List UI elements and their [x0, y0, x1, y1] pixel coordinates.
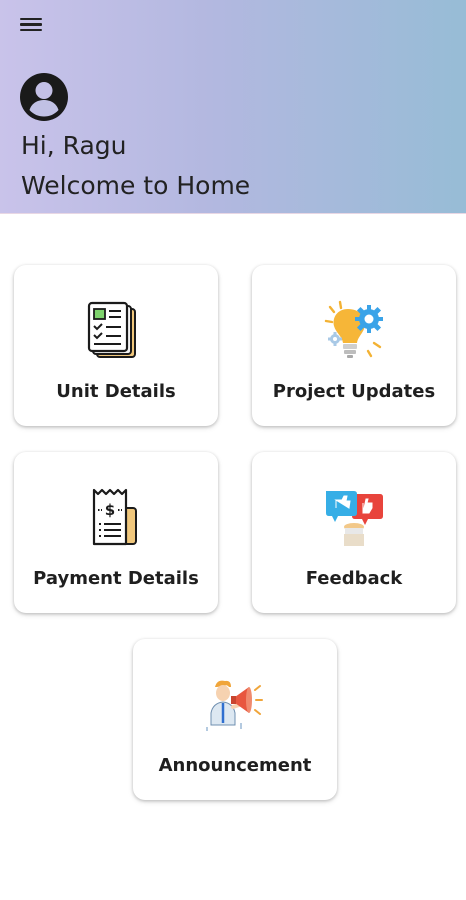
receipt-icon: $ [92, 488, 137, 546]
announcement-label: Announcement [158, 755, 312, 776]
project-updates-card[interactable]: Project Updates [252, 265, 456, 426]
feedback-chat-icon [326, 491, 383, 546]
payment-details-card[interactable]: $ Payment Details [14, 452, 218, 613]
svg-text:$: $ [105, 501, 115, 519]
payment-details-label: Payment Details [33, 568, 199, 589]
hamburger-menu-icon[interactable] [20, 16, 44, 36]
account-circle-icon[interactable] [19, 72, 69, 122]
feedback-label: Feedback [305, 568, 403, 589]
feedback-card[interactable]: Feedback [252, 452, 456, 613]
greeting-text: Hi, Ragu [21, 131, 127, 160]
app-header: Hi, Ragu Welcome to Home [0, 0, 466, 214]
megaphone-person-icon [206, 680, 263, 731]
announcement-card[interactable]: Announcement [133, 639, 337, 800]
document-checklist-icon [87, 301, 136, 358]
lightbulb-gear-icon [324, 300, 383, 358]
welcome-text: Welcome to Home [21, 171, 251, 200]
unit-details-card[interactable]: Unit Details [14, 265, 218, 426]
project-updates-label: Project Updates [272, 381, 436, 402]
unit-details-label: Unit Details [56, 381, 176, 402]
